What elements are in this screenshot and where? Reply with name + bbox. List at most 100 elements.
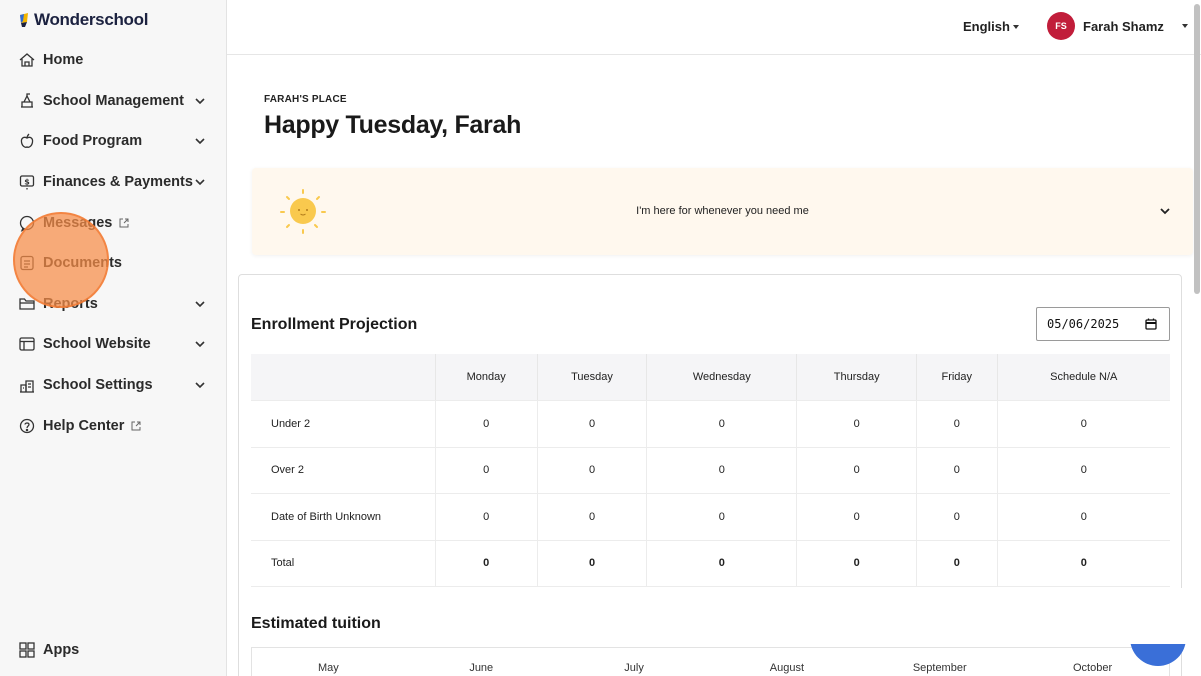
column-header: Schedule N/A	[996, 354, 1170, 401]
user-name: Farah Shamz	[1083, 18, 1164, 34]
brand-logo[interactable]: Wonderschool	[18, 10, 148, 30]
table-row: Under 2 0 0 0 0 0 0	[251, 400, 1170, 448]
language-label: English	[963, 19, 1010, 34]
column-header: Wednesday	[646, 354, 797, 401]
table-cell: 0	[536, 493, 647, 541]
apps-grid-icon	[18, 641, 36, 659]
column-header	[251, 354, 435, 401]
table-row: Date of Birth Unknown 0 0 0 0 0 0	[251, 493, 1170, 541]
sidebar-item-label: Food Program	[43, 133, 143, 150]
month-header: August	[769, 662, 805, 674]
month-header: September	[912, 662, 967, 674]
enrollment-card: Enrollment Projection 05/06/2025 Monday …	[238, 274, 1182, 676]
svg-text:$: $	[24, 177, 30, 186]
banner-message: I'm here for whenever you need me	[636, 205, 809, 217]
home-icon	[18, 51, 36, 69]
table-cell: 0	[646, 540, 797, 587]
table-cell: 0	[796, 493, 917, 541]
table-cell: 0	[646, 493, 797, 541]
page-scrollbar[interactable]	[1193, 0, 1201, 676]
table-cell: 0	[434, 400, 538, 448]
sidebar-item-finances-payments[interactable]: $ Finances & Payments	[0, 162, 226, 203]
sidebar-item-help-center[interactable]: Help Center	[0, 405, 226, 446]
messages-icon	[18, 214, 36, 232]
user-menu[interactable]: FS Farah Shamz	[1047, 12, 1188, 40]
column-header: Thursday	[796, 354, 917, 401]
table-cell: 0	[536, 447, 647, 494]
sidebar-item-reports[interactable]: Reports	[0, 284, 226, 325]
avatar: FS	[1047, 12, 1075, 40]
chevron-down-icon	[195, 300, 205, 307]
month-header: May	[318, 662, 339, 674]
sidebar-item-school-website[interactable]: School Website	[0, 324, 226, 365]
table-cell: 0	[646, 400, 797, 448]
wonderschool-logo-icon	[20, 13, 28, 27]
table-cell: 0	[796, 447, 917, 494]
caret-down-icon	[1012, 24, 1019, 29]
assistant-banner[interactable]: I'm here for whenever you need me	[252, 168, 1193, 255]
brand-name: Wonderschool	[34, 10, 149, 29]
external-link-icon	[130, 420, 142, 432]
table-row: Over 2 0 0 0 0 0 0	[251, 447, 1170, 494]
row-label: Total	[251, 540, 435, 587]
sidebar-item-messages[interactable]: Messages	[0, 202, 226, 243]
chevron-down-icon	[195, 179, 205, 185]
sidebar-nav: Home School Management Food Program $ Fi…	[0, 40, 226, 446]
month-header: June	[469, 662, 494, 674]
date-value: 05/06/2025	[1047, 317, 1120, 331]
table-cell: 0	[434, 540, 538, 587]
column-header: Tuesday	[536, 354, 647, 401]
tuition-months-header: May June July August September October	[251, 647, 1170, 676]
table-row-total: Total 0 0 0 0 0 0	[251, 540, 1170, 587]
chevron-down-icon	[195, 341, 205, 348]
help-icon	[18, 417, 36, 435]
top-bar: English FS Farah Shamz	[227, 0, 1201, 55]
apple-icon	[18, 132, 36, 150]
sidebar-item-school-management[interactable]: School Management	[0, 81, 226, 122]
sidebar-item-label: Messages	[43, 214, 113, 231]
settings-building-icon	[18, 376, 36, 394]
chevron-down-icon	[195, 382, 205, 388]
sidebar-item-label: Finances & Payments	[43, 174, 193, 191]
sidebar-item-label: Home	[43, 52, 84, 69]
chevron-down-icon	[195, 138, 205, 145]
table-cell: 0	[996, 447, 1170, 494]
table-cell: 0	[996, 493, 1170, 541]
enrollment-title: Enrollment Projection	[251, 316, 418, 333]
table-cell: 0	[915, 540, 998, 587]
table-cell: 0	[915, 493, 998, 541]
language-selector[interactable]: English	[963, 19, 1019, 34]
table-cell: 0	[796, 400, 917, 448]
date-picker-input[interactable]: 05/06/2025	[1036, 307, 1170, 341]
column-header: Friday	[915, 354, 998, 401]
sidebar-item-home[interactable]: Home	[0, 40, 226, 81]
calendar-icon[interactable]	[1145, 318, 1157, 330]
chevron-down-icon[interactable]	[1159, 205, 1171, 217]
school-name: FARAH'S PLACE	[264, 94, 347, 105]
row-label: Under 2	[251, 400, 435, 448]
sidebar-item-documents[interactable]: Documents	[0, 243, 226, 284]
sidebar-item-label: Reports	[43, 295, 98, 312]
apps-button[interactable]: Apps	[18, 641, 79, 659]
table-cell: 0	[646, 447, 797, 494]
table-cell: 0	[996, 540, 1170, 587]
sidebar-item-school-settings[interactable]: School Settings	[0, 365, 226, 406]
table-header-row: Monday Tuesday Wednesday Thursday Friday…	[251, 354, 1170, 401]
document-icon	[18, 254, 36, 272]
column-header: Monday	[434, 354, 538, 401]
caret-down-icon	[1181, 24, 1188, 28]
month-header: July	[624, 662, 644, 674]
sidebar-item-label: Help Center	[43, 417, 125, 434]
sidebar-item-food-program[interactable]: Food Program	[0, 121, 226, 162]
app-window: Wonderschool Home School Management Food…	[0, 0, 1201, 676]
enrollment-table: Monday Tuesday Wednesday Thursday Friday…	[251, 354, 1170, 587]
page-title: Happy Tuesday, Farah	[264, 111, 522, 139]
apps-label: Apps	[43, 642, 80, 658]
folder-icon	[18, 295, 36, 313]
school-management-icon	[18, 92, 36, 110]
table-cell: 0	[434, 493, 538, 541]
website-icon	[18, 335, 36, 353]
table-cell: 0	[996, 400, 1170, 448]
scrollbar-thumb[interactable]	[1194, 4, 1200, 294]
sidebar-item-label: Documents	[43, 255, 122, 272]
